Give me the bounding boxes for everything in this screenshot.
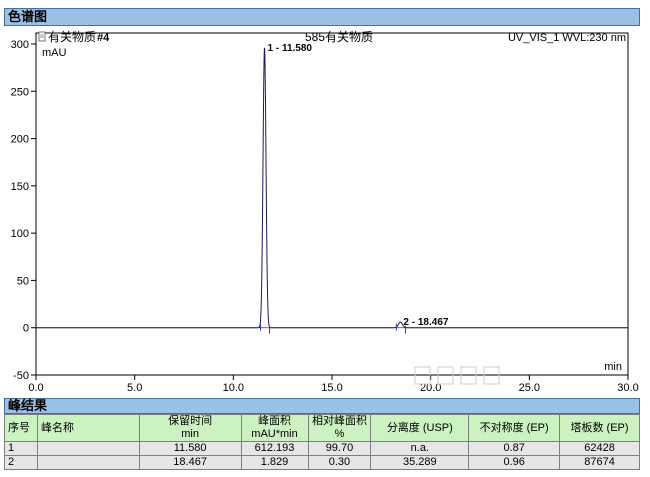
- chart-title: 585有关物质: [305, 30, 373, 44]
- table-row: 1 11.580 612.193 99.70 n.a. 0.87 62428: [4, 441, 640, 456]
- cell-resolution: 35.289: [370, 455, 470, 470]
- col-header-resolution: 分离度 (USP): [370, 414, 470, 442]
- cell-asymmetry: 0.87: [468, 441, 561, 456]
- sample-name: 有关物质: [48, 30, 96, 44]
- cell-retention-time: 11.580: [138, 441, 242, 456]
- peak-label: 2 - 18.467: [403, 317, 448, 328]
- cell-index: 1: [4, 441, 38, 456]
- cell-retention-time: 18.467: [138, 455, 242, 470]
- col-header-index: 序号: [4, 414, 38, 442]
- cell-plates: 62428: [559, 441, 640, 456]
- y-axis: -50 0 50 100 150 200 250 300: [11, 39, 36, 382]
- sample-number: #4: [97, 32, 110, 44]
- y-tick-label: -50: [13, 370, 29, 382]
- results-section-title: 峰结果: [4, 398, 640, 414]
- x-tick-label: 10.0: [223, 382, 244, 394]
- cell-index: 2: [4, 455, 38, 470]
- col-header-asymmetry: 不对称度 (EP): [468, 414, 561, 442]
- x-tick-label: 0.0: [28, 382, 43, 394]
- col-header-plates: 塔板数 (EP): [559, 414, 640, 442]
- y-tick-label: 50: [17, 275, 29, 287]
- document-icon: [38, 31, 46, 42]
- cell-resolution: n.a.: [370, 441, 470, 456]
- x-tick-label: 5.0: [127, 382, 142, 394]
- peak-label: 1 - 11.580: [268, 43, 313, 54]
- col-header-peak-area: 峰面积 mAU*min: [240, 414, 309, 442]
- cell-asymmetry: 0.96: [468, 455, 561, 470]
- col-header-relative-area: 相对峰面积%: [307, 414, 372, 442]
- cell-relative-area: 0.30: [307, 455, 372, 470]
- y-tick-label: 0: [23, 323, 29, 335]
- plot-frame: [35, 32, 629, 376]
- y-axis-unit: mAU: [42, 47, 67, 59]
- col-header-peak-name: 峰名称: [36, 414, 140, 442]
- table-header-row: 序号 峰名称 保留时间 min 峰面积 mAU*min 相对峰面积% 分离度 (US…: [4, 414, 640, 442]
- chromatogram-section-title: 色谱图: [4, 8, 640, 26]
- table-row: 2 18.467 1.829 0.30 35.289 0.96 87674: [4, 455, 640, 470]
- x-axis: 0.0 5.0 10.0 15.0 20.0 25.0 30.0: [28, 375, 639, 394]
- y-tick-label: 250: [11, 86, 29, 98]
- col-header-retention-time: 保留时间 min: [138, 414, 242, 442]
- cell-peak-name: [36, 441, 140, 456]
- cell-peak-area: 1.829: [240, 455, 309, 470]
- chromatogram-chart: 有关物质 #4 585有关物质 UV_VIS_1 WVL:230 nm mAU …: [11, 30, 639, 394]
- y-tick-label: 300: [11, 39, 29, 51]
- cell-plates: 87674: [559, 455, 640, 470]
- cell-peak-area: 612.193: [240, 441, 309, 456]
- y-tick-label: 150: [11, 181, 29, 193]
- x-tick-label: 15.0: [321, 382, 342, 394]
- x-axis-unit: min: [604, 361, 622, 373]
- y-tick-label: 100: [11, 228, 29, 240]
- x-tick-label: 25.0: [519, 382, 540, 394]
- channel-label: UV_VIS_1 WVL:230 nm: [508, 32, 626, 44]
- cell-peak-name: [36, 455, 140, 470]
- cell-relative-area: 99.70: [307, 441, 372, 456]
- y-tick-label: 200: [11, 134, 29, 146]
- peak-results-table: 序号 峰名称 保留时间 min 峰面积 mAU*min 相对峰面积% 分离度 (US…: [4, 414, 640, 470]
- x-tick-label: 30.0: [617, 382, 638, 394]
